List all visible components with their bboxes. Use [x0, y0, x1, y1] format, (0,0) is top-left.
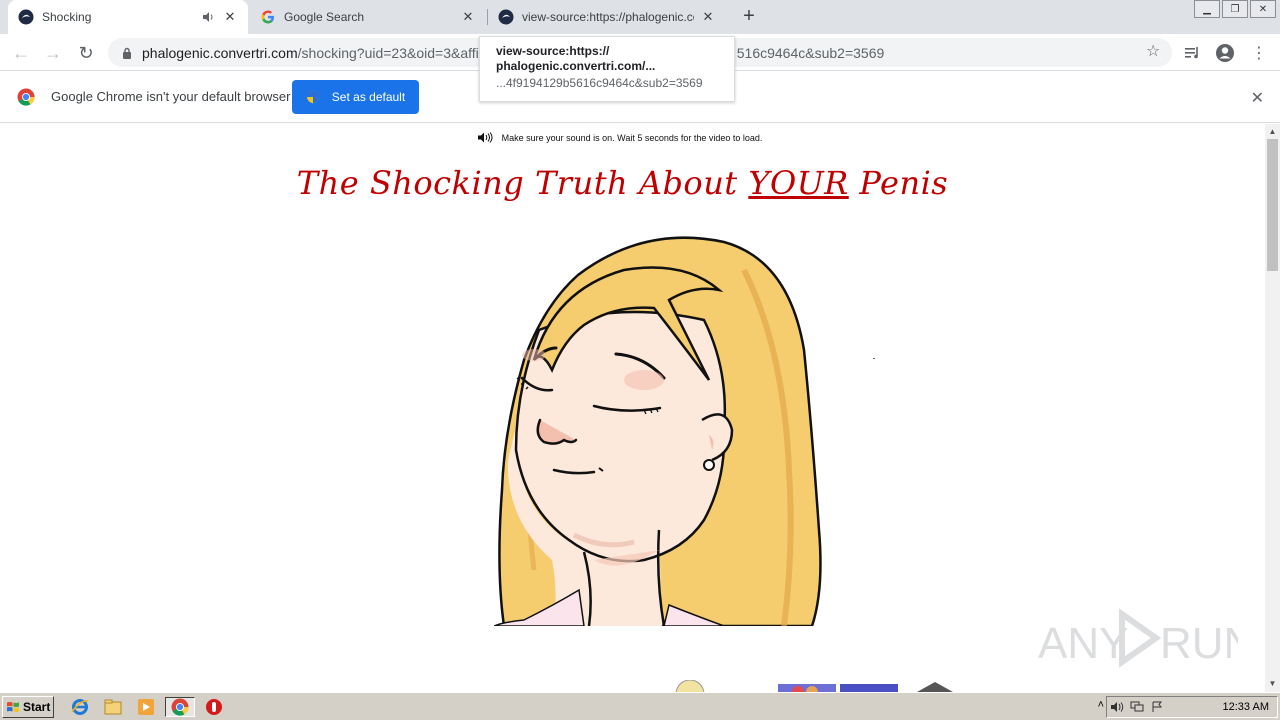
minimize-button[interactable]: ▁ — [1194, 0, 1220, 18]
tab-close-icon[interactable]: ✕ — [222, 9, 238, 25]
profile-avatar-icon[interactable] — [1214, 42, 1236, 64]
more-menu-icon[interactable]: ⋮ — [1248, 42, 1270, 64]
tab-close-icon[interactable]: ✕ — [460, 9, 476, 25]
tab-title: Google Search — [284, 10, 365, 24]
set-as-default-label: Set as default — [331, 90, 406, 104]
stray-dot — [873, 358, 875, 359]
tooltip-line-2: phalogenic.convertri.com/... — [496, 59, 656, 73]
tooltip-line-3: ...4f9194129b5616c9464c&sub2=3569 — [496, 76, 703, 90]
scroll-down-arrow-icon[interactable]: ▼ — [1265, 678, 1280, 690]
close-window-button[interactable]: ✕ — [1250, 0, 1276, 18]
action-center-flag-icon[interactable] — [1147, 699, 1167, 715]
tab-title: Shocking — [42, 10, 92, 24]
video-illustration[interactable] — [494, 230, 828, 626]
page-content: Make sure your sound is on. Wait 5 secon… — [0, 124, 1265, 692]
network-icon[interactable] — [1127, 699, 1147, 715]
sound-note-text: Make sure your sound is on. Wait 5 secon… — [501, 132, 763, 143]
url-tooltip: view-source:https:// phalogenic.convertr… — [479, 36, 735, 102]
restore-button[interactable]: ❐ — [1222, 0, 1248, 18]
tray-expand-icon[interactable]: ˄ — [1098, 699, 1104, 711]
tab-view-source[interactable]: view-source:https://phalogenic.conv ✕ — [488, 0, 726, 34]
tab-strip: Shocking ✕ Google Search ✕ view-source:h… — [0, 0, 1280, 34]
media-player-icon[interactable] — [134, 697, 158, 717]
reload-icon[interactable]: ↻ — [73, 40, 99, 66]
scroll-thumb[interactable] — [1267, 139, 1278, 271]
bookmark-star-icon[interactable]: ☆ — [1146, 44, 1162, 60]
set-as-default-button[interactable]: Set as default — [292, 80, 419, 114]
system-tray: 12:33 AM — [1106, 696, 1278, 718]
site-favicon-icon — [18, 9, 34, 25]
url-host: phalogenic.convertri.com — [142, 44, 298, 61]
page-headline: The Shocking Truth About YOUR Penis — [0, 164, 1245, 202]
url-path: /shocking?uid=23&oid=3&affi — [297, 44, 479, 61]
windows-flag-icon — [7, 702, 19, 712]
tab-shocking[interactable]: Shocking ✕ — [8, 0, 248, 34]
sound-note: Make sure your sound is on. Wait 5 secon… — [0, 132, 1240, 143]
tab-google-search[interactable]: Google Search ✕ — [250, 0, 486, 34]
media-control-icon[interactable] — [1182, 42, 1204, 64]
watermark-text: ANY — [1038, 619, 1128, 668]
new-tab-button[interactable]: + — [738, 5, 760, 27]
speaker-icon — [477, 132, 493, 143]
back-arrow-icon[interactable]: ← — [8, 40, 34, 66]
taskbar-clock[interactable]: 12:33 AM — [1223, 701, 1269, 713]
infobar-message: Google Chrome isn't your default browser — [51, 89, 291, 104]
lock-icon[interactable] — [120, 46, 134, 60]
tab-audio-icon[interactable] — [200, 9, 216, 25]
tooltip-line-1: view-source:https:// — [496, 44, 610, 58]
scroll-up-arrow-icon[interactable]: ▲ — [1265, 126, 1280, 138]
site-favicon-icon — [498, 9, 514, 25]
file-explorer-icon[interactable] — [101, 697, 125, 717]
google-g-icon — [260, 9, 276, 25]
tab-close-icon[interactable]: ✕ — [700, 9, 716, 25]
start-button[interactable]: Start — [2, 696, 54, 718]
window-controls: ▁ ❐ ✕ — [1192, 0, 1276, 18]
volume-icon[interactable] — [1107, 699, 1127, 715]
anyrun-watermark: ANY RUN — [1038, 608, 1238, 668]
trust-badges — [675, 680, 953, 692]
start-label: Start — [23, 700, 51, 714]
page-scrollbar[interactable]: ▲ ▼ — [1265, 124, 1280, 692]
infobar-close-icon[interactable]: ✕ — [1251, 88, 1264, 108]
headline-before: The Shocking Truth About — [296, 164, 749, 202]
headline-after: Penis — [848, 164, 949, 202]
chrome-logo-icon — [17, 88, 35, 106]
headline-emphasis: YOUR — [748, 164, 849, 202]
tab-title: view-source:https://phalogenic.conv — [522, 10, 694, 24]
forward-arrow-icon[interactable]: → — [40, 40, 66, 66]
windows-taskbar: Start ˄ 12:33 AM — [0, 692, 1280, 720]
chrome-taskbar-icon[interactable] — [165, 697, 195, 717]
uac-shield-icon — [306, 90, 319, 104]
svg-text:RUN: RUN — [1160, 619, 1238, 668]
internet-explorer-icon[interactable] — [68, 697, 92, 717]
url-tail: 516c9464c&sub2=3569 — [736, 44, 885, 61]
opera-icon[interactable] — [202, 697, 226, 717]
